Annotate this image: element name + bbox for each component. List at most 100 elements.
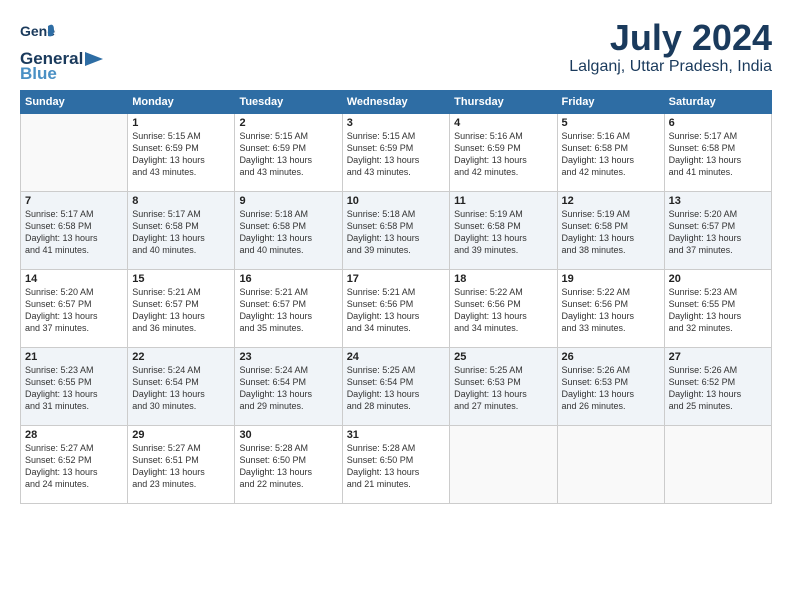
- table-row: 9Sunrise: 5:18 AM Sunset: 6:58 PM Daylig…: [235, 192, 342, 270]
- day-info: Sunrise: 5:18 AM Sunset: 6:58 PM Dayligh…: [239, 208, 337, 257]
- day-info: Sunrise: 5:16 AM Sunset: 6:58 PM Dayligh…: [562, 130, 660, 179]
- day-number: 17: [347, 273, 445, 285]
- day-number: 1: [132, 117, 230, 129]
- title-block: July 2024 Lalganj, Uttar Pradesh, India: [569, 18, 772, 76]
- day-number: 21: [25, 351, 123, 363]
- day-number: 29: [132, 429, 230, 441]
- day-number: 26: [562, 351, 660, 363]
- col-wednesday: Wednesday: [342, 91, 449, 114]
- col-thursday: Thursday: [450, 91, 557, 114]
- day-info: Sunrise: 5:25 AM Sunset: 6:53 PM Dayligh…: [454, 364, 552, 413]
- day-info: Sunrise: 5:19 AM Sunset: 6:58 PM Dayligh…: [454, 208, 552, 257]
- day-number: 30: [239, 429, 337, 441]
- table-row: 19Sunrise: 5:22 AM Sunset: 6:56 PM Dayli…: [557, 270, 664, 348]
- header: General General Blue July 2024 Lalganj, …: [20, 18, 772, 82]
- calendar-week-row: 14Sunrise: 5:20 AM Sunset: 6:57 PM Dayli…: [21, 270, 772, 348]
- day-number: 15: [132, 273, 230, 285]
- table-row: 17Sunrise: 5:21 AM Sunset: 6:56 PM Dayli…: [342, 270, 449, 348]
- col-friday: Friday: [557, 91, 664, 114]
- table-row: 10Sunrise: 5:18 AM Sunset: 6:58 PM Dayli…: [342, 192, 449, 270]
- day-number: 6: [669, 117, 767, 129]
- day-number: 11: [454, 195, 552, 207]
- table-row: 28Sunrise: 5:27 AM Sunset: 6:52 PM Dayli…: [21, 426, 128, 504]
- day-number: 13: [669, 195, 767, 207]
- table-row: [557, 426, 664, 504]
- day-info: Sunrise: 5:15 AM Sunset: 6:59 PM Dayligh…: [239, 130, 337, 179]
- table-row: 6Sunrise: 5:17 AM Sunset: 6:58 PM Daylig…: [664, 114, 771, 192]
- day-number: 7: [25, 195, 123, 207]
- table-row: 22Sunrise: 5:24 AM Sunset: 6:54 PM Dayli…: [128, 348, 235, 426]
- table-row: 25Sunrise: 5:25 AM Sunset: 6:53 PM Dayli…: [450, 348, 557, 426]
- calendar-header-row: Sunday Monday Tuesday Wednesday Thursday…: [21, 91, 772, 114]
- day-info: Sunrise: 5:22 AM Sunset: 6:56 PM Dayligh…: [454, 286, 552, 335]
- table-row: 4Sunrise: 5:16 AM Sunset: 6:59 PM Daylig…: [450, 114, 557, 192]
- day-number: 12: [562, 195, 660, 207]
- table-row: 20Sunrise: 5:23 AM Sunset: 6:55 PM Dayli…: [664, 270, 771, 348]
- day-number: 20: [669, 273, 767, 285]
- day-number: 19: [562, 273, 660, 285]
- col-monday: Monday: [128, 91, 235, 114]
- title-month-year: July 2024: [569, 18, 772, 58]
- day-number: 2: [239, 117, 337, 129]
- table-row: 23Sunrise: 5:24 AM Sunset: 6:54 PM Dayli…: [235, 348, 342, 426]
- table-row: 11Sunrise: 5:19 AM Sunset: 6:58 PM Dayli…: [450, 192, 557, 270]
- table-row: 21Sunrise: 5:23 AM Sunset: 6:55 PM Dayli…: [21, 348, 128, 426]
- day-info: Sunrise: 5:25 AM Sunset: 6:54 PM Dayligh…: [347, 364, 445, 413]
- logo-flag-icon: [85, 52, 103, 66]
- logo-blue: Blue: [20, 65, 103, 82]
- table-row: 2Sunrise: 5:15 AM Sunset: 6:59 PM Daylig…: [235, 114, 342, 192]
- table-row: 16Sunrise: 5:21 AM Sunset: 6:57 PM Dayli…: [235, 270, 342, 348]
- day-number: 4: [454, 117, 552, 129]
- table-row: 12Sunrise: 5:19 AM Sunset: 6:58 PM Dayli…: [557, 192, 664, 270]
- table-row: 15Sunrise: 5:21 AM Sunset: 6:57 PM Dayli…: [128, 270, 235, 348]
- logo-icon: General: [20, 18, 56, 54]
- day-info: Sunrise: 5:23 AM Sunset: 6:55 PM Dayligh…: [669, 286, 767, 335]
- day-number: 5: [562, 117, 660, 129]
- col-saturday: Saturday: [664, 91, 771, 114]
- day-info: Sunrise: 5:27 AM Sunset: 6:51 PM Dayligh…: [132, 442, 230, 491]
- table-row: 7Sunrise: 5:17 AM Sunset: 6:58 PM Daylig…: [21, 192, 128, 270]
- table-row: [664, 426, 771, 504]
- day-info: Sunrise: 5:21 AM Sunset: 6:57 PM Dayligh…: [132, 286, 230, 335]
- table-row: 18Sunrise: 5:22 AM Sunset: 6:56 PM Dayli…: [450, 270, 557, 348]
- table-row: 13Sunrise: 5:20 AM Sunset: 6:57 PM Dayli…: [664, 192, 771, 270]
- day-info: Sunrise: 5:24 AM Sunset: 6:54 PM Dayligh…: [132, 364, 230, 413]
- col-sunday: Sunday: [21, 91, 128, 114]
- table-row: 14Sunrise: 5:20 AM Sunset: 6:57 PM Dayli…: [21, 270, 128, 348]
- day-info: Sunrise: 5:22 AM Sunset: 6:56 PM Dayligh…: [562, 286, 660, 335]
- day-info: Sunrise: 5:19 AM Sunset: 6:58 PM Dayligh…: [562, 208, 660, 257]
- day-number: 27: [669, 351, 767, 363]
- day-number: 3: [347, 117, 445, 129]
- table-row: [21, 114, 128, 192]
- day-number: 24: [347, 351, 445, 363]
- day-info: Sunrise: 5:21 AM Sunset: 6:57 PM Dayligh…: [239, 286, 337, 335]
- day-info: Sunrise: 5:21 AM Sunset: 6:56 PM Dayligh…: [347, 286, 445, 335]
- day-number: 31: [347, 429, 445, 441]
- day-number: 18: [454, 273, 552, 285]
- day-number: 10: [347, 195, 445, 207]
- table-row: 26Sunrise: 5:26 AM Sunset: 6:53 PM Dayli…: [557, 348, 664, 426]
- day-number: 25: [454, 351, 552, 363]
- table-row: 27Sunrise: 5:26 AM Sunset: 6:52 PM Dayli…: [664, 348, 771, 426]
- day-info: Sunrise: 5:28 AM Sunset: 6:50 PM Dayligh…: [239, 442, 337, 491]
- day-number: 16: [239, 273, 337, 285]
- day-number: 9: [239, 195, 337, 207]
- day-number: 8: [132, 195, 230, 207]
- table-row: [450, 426, 557, 504]
- table-row: 8Sunrise: 5:17 AM Sunset: 6:58 PM Daylig…: [128, 192, 235, 270]
- title-location: Lalganj, Uttar Pradesh, India: [569, 58, 772, 76]
- day-info: Sunrise: 5:26 AM Sunset: 6:53 PM Dayligh…: [562, 364, 660, 413]
- day-info: Sunrise: 5:18 AM Sunset: 6:58 PM Dayligh…: [347, 208, 445, 257]
- table-row: 31Sunrise: 5:28 AM Sunset: 6:50 PM Dayli…: [342, 426, 449, 504]
- table-row: 29Sunrise: 5:27 AM Sunset: 6:51 PM Dayli…: [128, 426, 235, 504]
- day-info: Sunrise: 5:28 AM Sunset: 6:50 PM Dayligh…: [347, 442, 445, 491]
- day-info: Sunrise: 5:24 AM Sunset: 6:54 PM Dayligh…: [239, 364, 337, 413]
- day-info: Sunrise: 5:17 AM Sunset: 6:58 PM Dayligh…: [25, 208, 123, 257]
- day-info: Sunrise: 5:17 AM Sunset: 6:58 PM Dayligh…: [132, 208, 230, 257]
- day-number: 14: [25, 273, 123, 285]
- day-info: Sunrise: 5:27 AM Sunset: 6:52 PM Dayligh…: [25, 442, 123, 491]
- calendar-table: Sunday Monday Tuesday Wednesday Thursday…: [20, 90, 772, 504]
- col-tuesday: Tuesday: [235, 91, 342, 114]
- calendar-week-row: 28Sunrise: 5:27 AM Sunset: 6:52 PM Dayli…: [21, 426, 772, 504]
- day-info: Sunrise: 5:15 AM Sunset: 6:59 PM Dayligh…: [347, 130, 445, 179]
